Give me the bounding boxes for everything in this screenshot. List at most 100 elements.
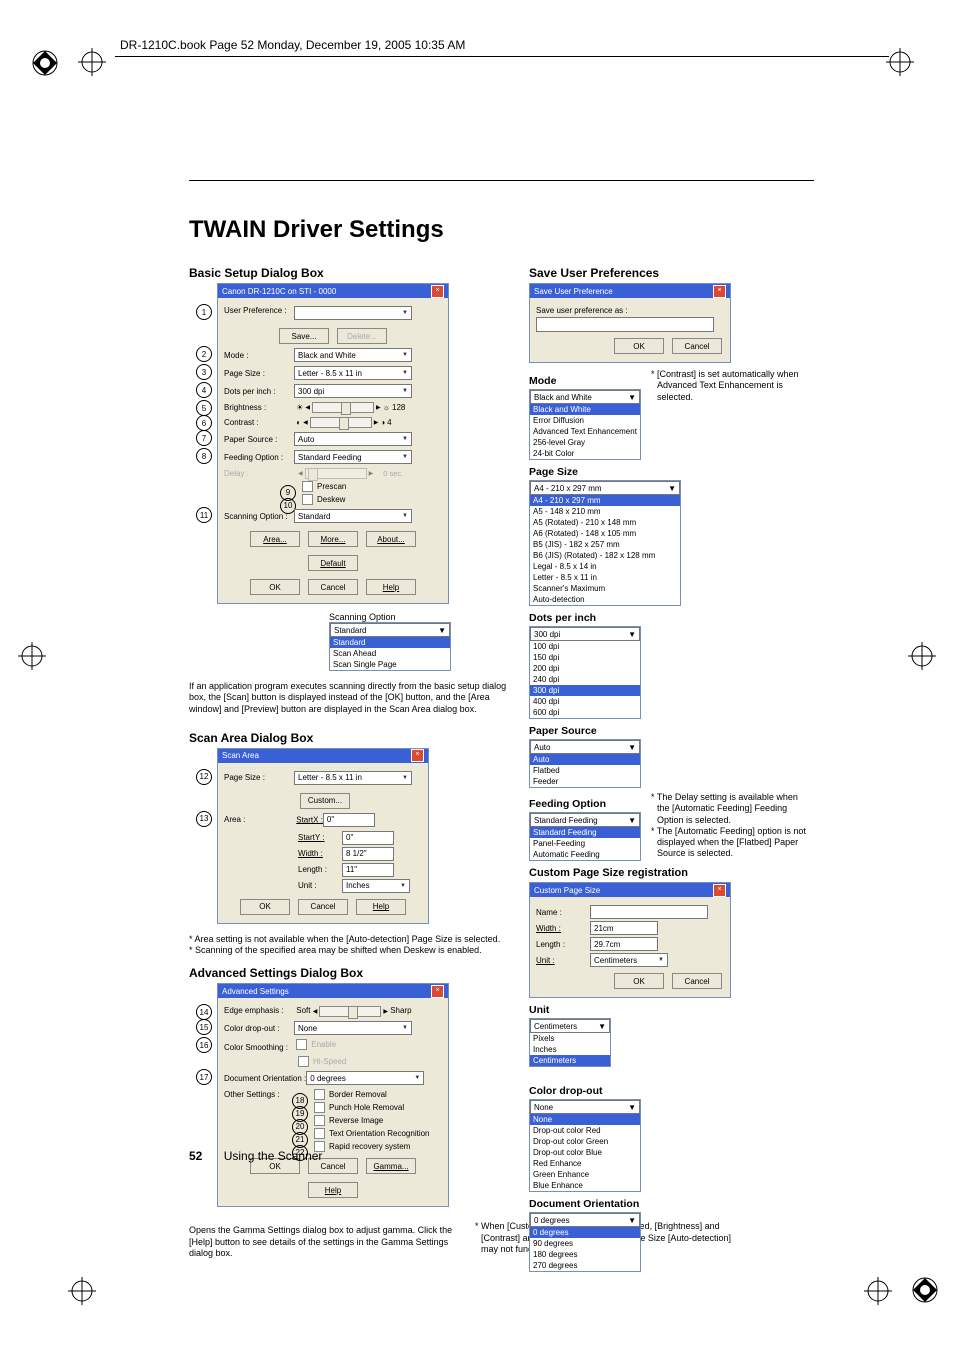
contrast-slider[interactable]: ◐◀▶◑ 4 [296, 417, 391, 428]
dropout-dd[interactable]: None▼ [294, 1021, 412, 1035]
unit-list[interactable]: Centimeters▼ Pixels Inches Centimeters [529, 1018, 611, 1067]
callout-8: 8 [196, 448, 212, 464]
scanarea-note-2: * Scanning of the specified area may be … [183, 945, 515, 956]
advanced-title: Advanced Settings [222, 987, 289, 996]
about-button[interactable]: About... [366, 531, 416, 547]
default-button[interactable]: Default [308, 555, 358, 571]
callout-11: 11 [196, 507, 212, 523]
sa-unit-dd[interactable]: Inches▼ [342, 879, 410, 893]
text-orient-checkbox[interactable]: Text Orientation Recognition [314, 1128, 430, 1139]
reverse-image-checkbox[interactable]: Reverse Image [314, 1115, 383, 1126]
scan-opt-callout-heading: Scanning Option [329, 612, 515, 622]
scan-option-list: Standard▼ Standard Scan Ahead Scan Singl… [329, 622, 451, 671]
sa-width-field[interactable]: 8 1/2" [342, 847, 394, 861]
paper-source-dd[interactable]: Auto▼ [294, 432, 412, 446]
cancel-button[interactable]: Cancel [308, 579, 358, 595]
sa-help-button[interactable]: Help [356, 899, 406, 915]
delay-label: Delay : [224, 469, 294, 478]
cp-width-input[interactable]: 21cm [590, 921, 658, 935]
advanced-heading: Advanced Settings Dialog Box [189, 966, 515, 980]
feeding-note1: * The Delay setting is available when th… [645, 792, 807, 826]
edge-slider[interactable]: ◀▶ [313, 1006, 388, 1017]
callout-7: 7 [196, 430, 212, 446]
scan-option-dd[interactable]: Standard▼ [294, 509, 412, 523]
more-button[interactable]: More... [308, 531, 358, 547]
sa-area-label: Area : [224, 815, 294, 824]
feeding-heading: Feeding Option [529, 798, 641, 810]
paper-source-label: Paper Source : [224, 435, 294, 444]
ok-button[interactable]: OK [250, 579, 300, 595]
close-icon[interactable]: × [411, 749, 424, 762]
save-button[interactable]: Save... [279, 328, 329, 344]
cp-unit-dd[interactable]: Centimeters▼ [590, 953, 668, 967]
sa-length-field[interactable]: 11" [342, 863, 394, 877]
close-icon[interactable]: × [431, 985, 444, 998]
feeding-dd[interactable]: Standard Feeding▼ [294, 450, 412, 464]
page-title: TWAIN Driver Settings [189, 216, 444, 244]
scanarea-note-1: * Area setting is not available when the… [183, 934, 515, 945]
custom-button[interactable]: Custom... [300, 793, 350, 809]
crosshair-br [864, 1277, 892, 1305]
mode-dd[interactable]: Black and White▼ [294, 348, 412, 362]
page-size-label: Page Size : [224, 369, 294, 378]
scanarea-title: Scan Area [222, 751, 259, 760]
sa-cancel-button[interactable]: Cancel [298, 899, 348, 915]
orient-list[interactable]: 0 degrees▼ 0 degrees 90 degrees 180 degr… [529, 1212, 641, 1272]
papersource-list[interactable]: Auto▼ Auto Flatbed Feeder [529, 739, 641, 788]
pagesize-list[interactable]: A4 - 210 x 297 mm▼ A4 - 210 x 297 mm A5 … [529, 480, 681, 606]
close-icon[interactable]: × [431, 285, 444, 298]
callout-15: 15 [196, 1019, 212, 1035]
savepref-cancel[interactable]: Cancel [672, 338, 722, 354]
sa-page-size-label: Page Size : [224, 773, 294, 782]
startx-field[interactable]: 0" [323, 813, 375, 827]
delete-button: Delete... [337, 328, 387, 344]
cp-length-input[interactable]: 29.7cm [590, 937, 658, 951]
cp-ok[interactable]: OK [614, 973, 664, 989]
body-top-rule [189, 180, 814, 181]
close-icon[interactable]: × [713, 285, 726, 298]
user-pref-label: User Preference : [224, 306, 294, 315]
mode-list[interactable]: Black and White▼ Black and White Error D… [529, 389, 641, 460]
close-icon[interactable]: × [713, 884, 726, 897]
savepref-input[interactable] [536, 317, 714, 332]
sa-page-size-dd[interactable]: Letter - 8.5 x 11 in▼ [294, 771, 412, 785]
area-button[interactable]: Area... [250, 531, 300, 547]
dpi-label: Dots per inch : [224, 387, 294, 396]
feeding-list[interactable]: Standard Feeding▼ Standard Feeding Panel… [529, 812, 641, 861]
unit-heading: Unit [529, 1004, 829, 1016]
callout-14: 14 [196, 1004, 212, 1020]
callout-5: 5 [196, 400, 212, 416]
prescan-checkbox[interactable]: Prescan [302, 481, 346, 492]
callout-6: 6 [196, 415, 212, 431]
dropout-list[interactable]: None▼ None Drop-out color Red Drop-out c… [529, 1099, 641, 1192]
cp-name-input[interactable] [590, 905, 708, 919]
starty-field[interactable]: 0" [342, 831, 394, 845]
adv-gamma-button[interactable]: Gamma... [366, 1158, 416, 1174]
dpi-dd[interactable]: 300 dpi▼ [294, 384, 412, 398]
crosshair-tl [78, 48, 106, 76]
deskew-checkbox[interactable]: Deskew [302, 494, 345, 505]
help-button[interactable]: Help [366, 579, 416, 595]
papersource-heading: Paper Source [529, 725, 829, 737]
gamma-note: Opens the Gamma Settings dialog box to a… [189, 1225, 457, 1259]
adv-help-button[interactable]: Help [308, 1182, 358, 1198]
dpi-list[interactable]: 300 dpi▼ 100 dpi 150 dpi 200 dpi 240 dpi… [529, 626, 641, 719]
border-removal-checkbox[interactable]: Border Removal [314, 1089, 387, 1100]
feeding-note2: * The [Automatic Feeding] option is not … [645, 826, 807, 860]
page-size-dd[interactable]: Letter - 8.5 x 11 in▼ [294, 366, 412, 380]
brightness-slider[interactable]: ☀◀▶☼ 128 [296, 402, 405, 413]
punch-hole-checkbox[interactable]: Punch Hole Removal [314, 1102, 404, 1113]
rapid-recovery-checkbox[interactable]: Rapid recovery system [314, 1141, 410, 1152]
reg-mark-tl [30, 48, 60, 78]
savepref-title: Save User Preference [534, 287, 613, 296]
crosshair-bl [68, 1277, 96, 1305]
edge-label: Edge emphasis : [224, 1006, 294, 1015]
orient-dd[interactable]: 0 degrees▼ [306, 1071, 424, 1085]
crosshair-mr [908, 642, 936, 670]
cp-cancel[interactable]: Cancel [672, 973, 722, 989]
user-pref-dd[interactable]: ▼ [294, 306, 412, 320]
sa-ok-button[interactable]: OK [240, 899, 290, 915]
savepref-ok[interactable]: OK [614, 338, 664, 354]
mode-note: * [Contrast] is set automatically when A… [645, 369, 807, 403]
savepref-dialog: Save User Preference× Save user preferen… [529, 283, 731, 363]
